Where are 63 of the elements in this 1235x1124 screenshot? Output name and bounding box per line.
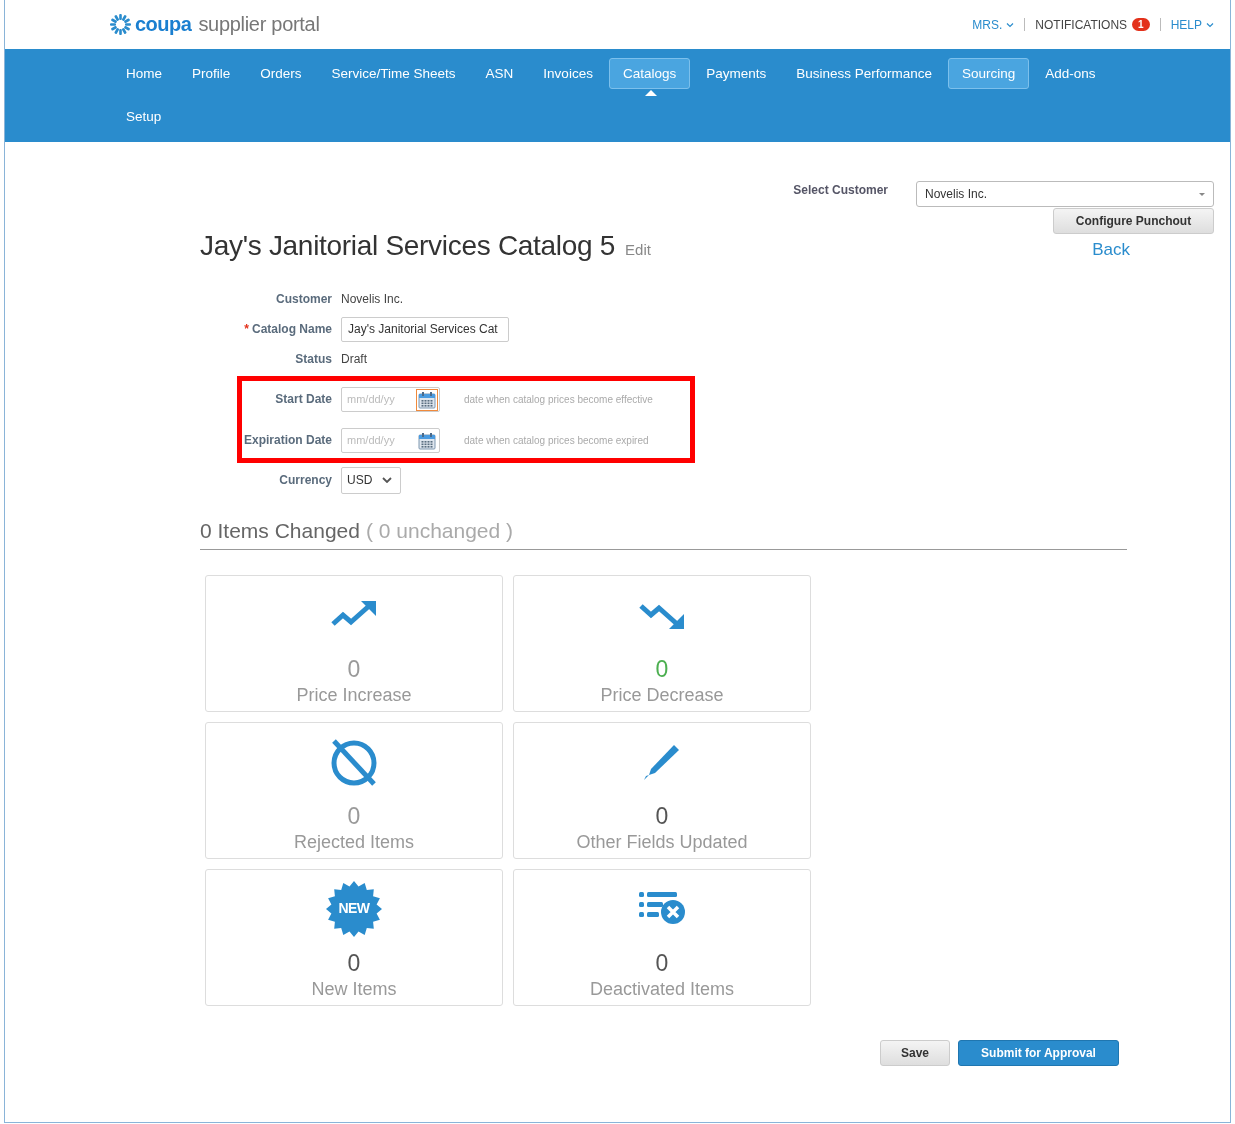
calendar-button[interactable]	[416, 388, 438, 411]
user-menu[interactable]: MRS.	[972, 17, 1015, 32]
change-count: 0	[655, 950, 669, 976]
edit-link[interactable]: Edit	[625, 241, 651, 258]
nav-tab[interactable]: Add-ons	[1031, 58, 1110, 89]
change-count: 0	[347, 950, 361, 976]
currency-dropdown[interactable]: USD	[341, 466, 402, 494]
nav-tab[interactable]: Profile	[178, 58, 245, 89]
calendar-icon	[418, 431, 436, 450]
pencil-icon	[643, 743, 681, 781]
field-label: Start Date	[275, 392, 332, 406]
nav-tab[interactable]: Orders	[246, 58, 316, 89]
change-count: 0	[347, 803, 361, 829]
field-hint: date when catalog prices become effective	[464, 393, 653, 405]
logo-product: supplier portal	[198, 13, 320, 36]
field-label: Catalog Name	[251, 322, 332, 336]
change-label: Deactivated Items	[589, 979, 735, 1000]
section-heading: 0 Items Changed	[200, 519, 360, 543]
field-label: Status	[295, 352, 332, 366]
back-link[interactable]: Back	[1092, 240, 1130, 260]
nav-tab[interactable]: Service/Time Sheets	[317, 58, 470, 89]
notification-count-badge: 1	[1132, 18, 1150, 31]
logo-burst-icon	[109, 13, 132, 36]
change-label: Rejected Items	[293, 832, 415, 853]
nav-tab[interactable]: Business Performance	[782, 58, 947, 89]
catalog-name-input[interactable]: Jay's Janitorial Services Cat	[341, 316, 509, 342]
customer-dropdown[interactable]: Novelis Inc.	[916, 181, 1214, 207]
logo-brand: coupa	[135, 13, 192, 36]
change-label: Price Decrease	[600, 685, 724, 706]
change-label: Price Increase	[296, 685, 412, 706]
field-label: Select Customer	[793, 183, 888, 199]
field-label: Customer	[276, 292, 332, 306]
save-button[interactable]: Save	[880, 1040, 950, 1066]
nav-tab[interactable]: Invoices	[529, 58, 607, 89]
change-label: Other Fields Updated	[576, 832, 748, 853]
field-label: Currency	[279, 473, 332, 487]
field-value: Novelis Inc.	[341, 292, 404, 306]
change-count: 0	[347, 656, 361, 682]
submit-button[interactable]: Submit for Approval	[958, 1040, 1119, 1066]
notifications-link[interactable]: NOTIFICATIONS 1	[1035, 17, 1150, 32]
nav-tab[interactable]: Setup	[112, 101, 176, 132]
field-label: Expiration Date	[243, 433, 332, 447]
chevron-down-icon	[1006, 21, 1015, 28]
required-asterisk: *	[244, 322, 249, 336]
nav-tab[interactable]: Home	[112, 58, 176, 89]
change-count: 0	[655, 803, 669, 829]
configure-punchout-button[interactable]: Configure Punchout	[1053, 208, 1214, 234]
chevron-down-icon	[382, 477, 393, 483]
field-hint: date when catalog prices become expired	[464, 434, 649, 446]
chevron-down-icon	[1206, 21, 1214, 28]
change-count: 0	[655, 656, 669, 682]
section-subheading: ( 0 unchanged )	[365, 519, 514, 543]
calendar-icon	[418, 390, 436, 409]
nav-tab[interactable]: ASN	[471, 58, 528, 89]
nav-tab[interactable]: Catalogs	[608, 58, 691, 89]
prohibited-icon	[330, 738, 378, 786]
field-value: Draft	[341, 352, 367, 366]
page-title: Jay's Janitorial Services Catalog 5	[200, 230, 616, 262]
help-menu[interactable]: HELP	[1170, 17, 1214, 32]
nav-tab[interactable]: Payments	[692, 58, 781, 89]
nav-tab[interactable]: Sourcing	[948, 58, 1030, 89]
new-badge-icon: NEW	[325, 880, 383, 938]
change-label: New Items	[311, 979, 397, 1000]
